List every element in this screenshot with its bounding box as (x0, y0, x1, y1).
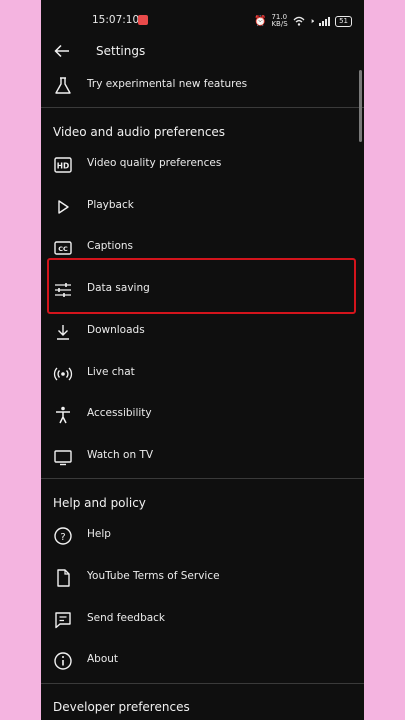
download-icon (57, 325, 69, 340)
settings-item-terms[interactable]: YouTube Terms of Service (41, 558, 357, 598)
screen-record-icon (138, 15, 148, 25)
divider (41, 107, 364, 108)
settings-item-label: Try experimental new features (87, 78, 248, 90)
section-title-help: Help and policy (53, 496, 146, 510)
settings-item-watch-on-tv[interactable]: Watch on TV (41, 437, 357, 477)
feedback-icon (55, 612, 71, 629)
settings-item-label: Watch on TV (87, 449, 154, 461)
status-time: 15:07:10 (92, 14, 140, 26)
live-chat-icon (53, 367, 73, 381)
settings-item-label: About (87, 653, 119, 665)
section-title-developer: Developer preferences (53, 700, 190, 714)
volte-icon: 🕨 (309, 16, 315, 25)
settings-item-label: Send feedback (87, 612, 166, 624)
svg-text:CC: CC (58, 245, 68, 253)
section-title-video: Video and audio preferences (53, 125, 226, 139)
battery-icon: 51 (335, 15, 352, 27)
captions-icon: CC (54, 241, 72, 255)
settings-item-label: Live chat (87, 366, 135, 378)
settings-item-label: Captions (87, 240, 134, 252)
divider (41, 683, 364, 684)
phone-screen: 15:07:10 ⏰ 71.0 KB/S 🕨 51 Settings Try e… (41, 0, 364, 720)
play-icon (58, 200, 69, 214)
settings-item-label: Video quality preferences (87, 157, 222, 169)
info-icon (54, 652, 72, 670)
settings-item-live-chat[interactable]: Live chat (41, 354, 357, 394)
signal-icon (319, 16, 331, 26)
svg-text:HD: HD (57, 162, 70, 171)
status-bar: 15:07:10 ⏰ 71.0 KB/S 🕨 51 (41, 0, 364, 40)
settings-item-label: YouTube Terms of Service (87, 570, 220, 582)
settings-item-playback[interactable]: Playback (41, 187, 357, 227)
settings-item-label: Downloads (87, 324, 145, 336)
settings-item-video-quality[interactable]: HD Video quality preferences (41, 145, 357, 185)
svg-text:?: ? (60, 532, 65, 543)
flask-icon (55, 77, 71, 94)
accessibility-icon (56, 406, 70, 424)
back-arrow-icon[interactable] (53, 42, 71, 60)
status-icons: ⏰ 71.0 KB/S 🕨 51 (254, 14, 352, 28)
settings-item-downloads[interactable]: Downloads (41, 312, 357, 352)
settings-item-label: Accessibility (87, 407, 152, 419)
divider (41, 478, 364, 479)
app-bar: Settings (41, 40, 364, 64)
settings-item-help[interactable]: ? Help (41, 516, 357, 556)
page-title: Settings (96, 44, 146, 58)
hd-icon: HD (54, 157, 72, 173)
net-speed: 71.0 KB/S (271, 13, 288, 28)
highlight-box (47, 258, 356, 314)
settings-item-label: Playback (87, 199, 134, 211)
settings-item-about[interactable]: About (41, 641, 357, 681)
tv-icon (54, 450, 72, 466)
document-icon (57, 569, 70, 587)
help-icon: ? (54, 527, 72, 545)
wifi-icon (293, 16, 305, 26)
settings-item-feedback[interactable]: Send feedback (41, 600, 357, 640)
settings-item-experimental[interactable]: Try experimental new features (41, 66, 357, 106)
settings-item-accessibility[interactable]: Accessibility (41, 395, 357, 435)
alarm-icon: ⏰ (254, 15, 267, 27)
settings-item-label: Help (87, 528, 111, 540)
scrollbar[interactable] (359, 70, 362, 142)
